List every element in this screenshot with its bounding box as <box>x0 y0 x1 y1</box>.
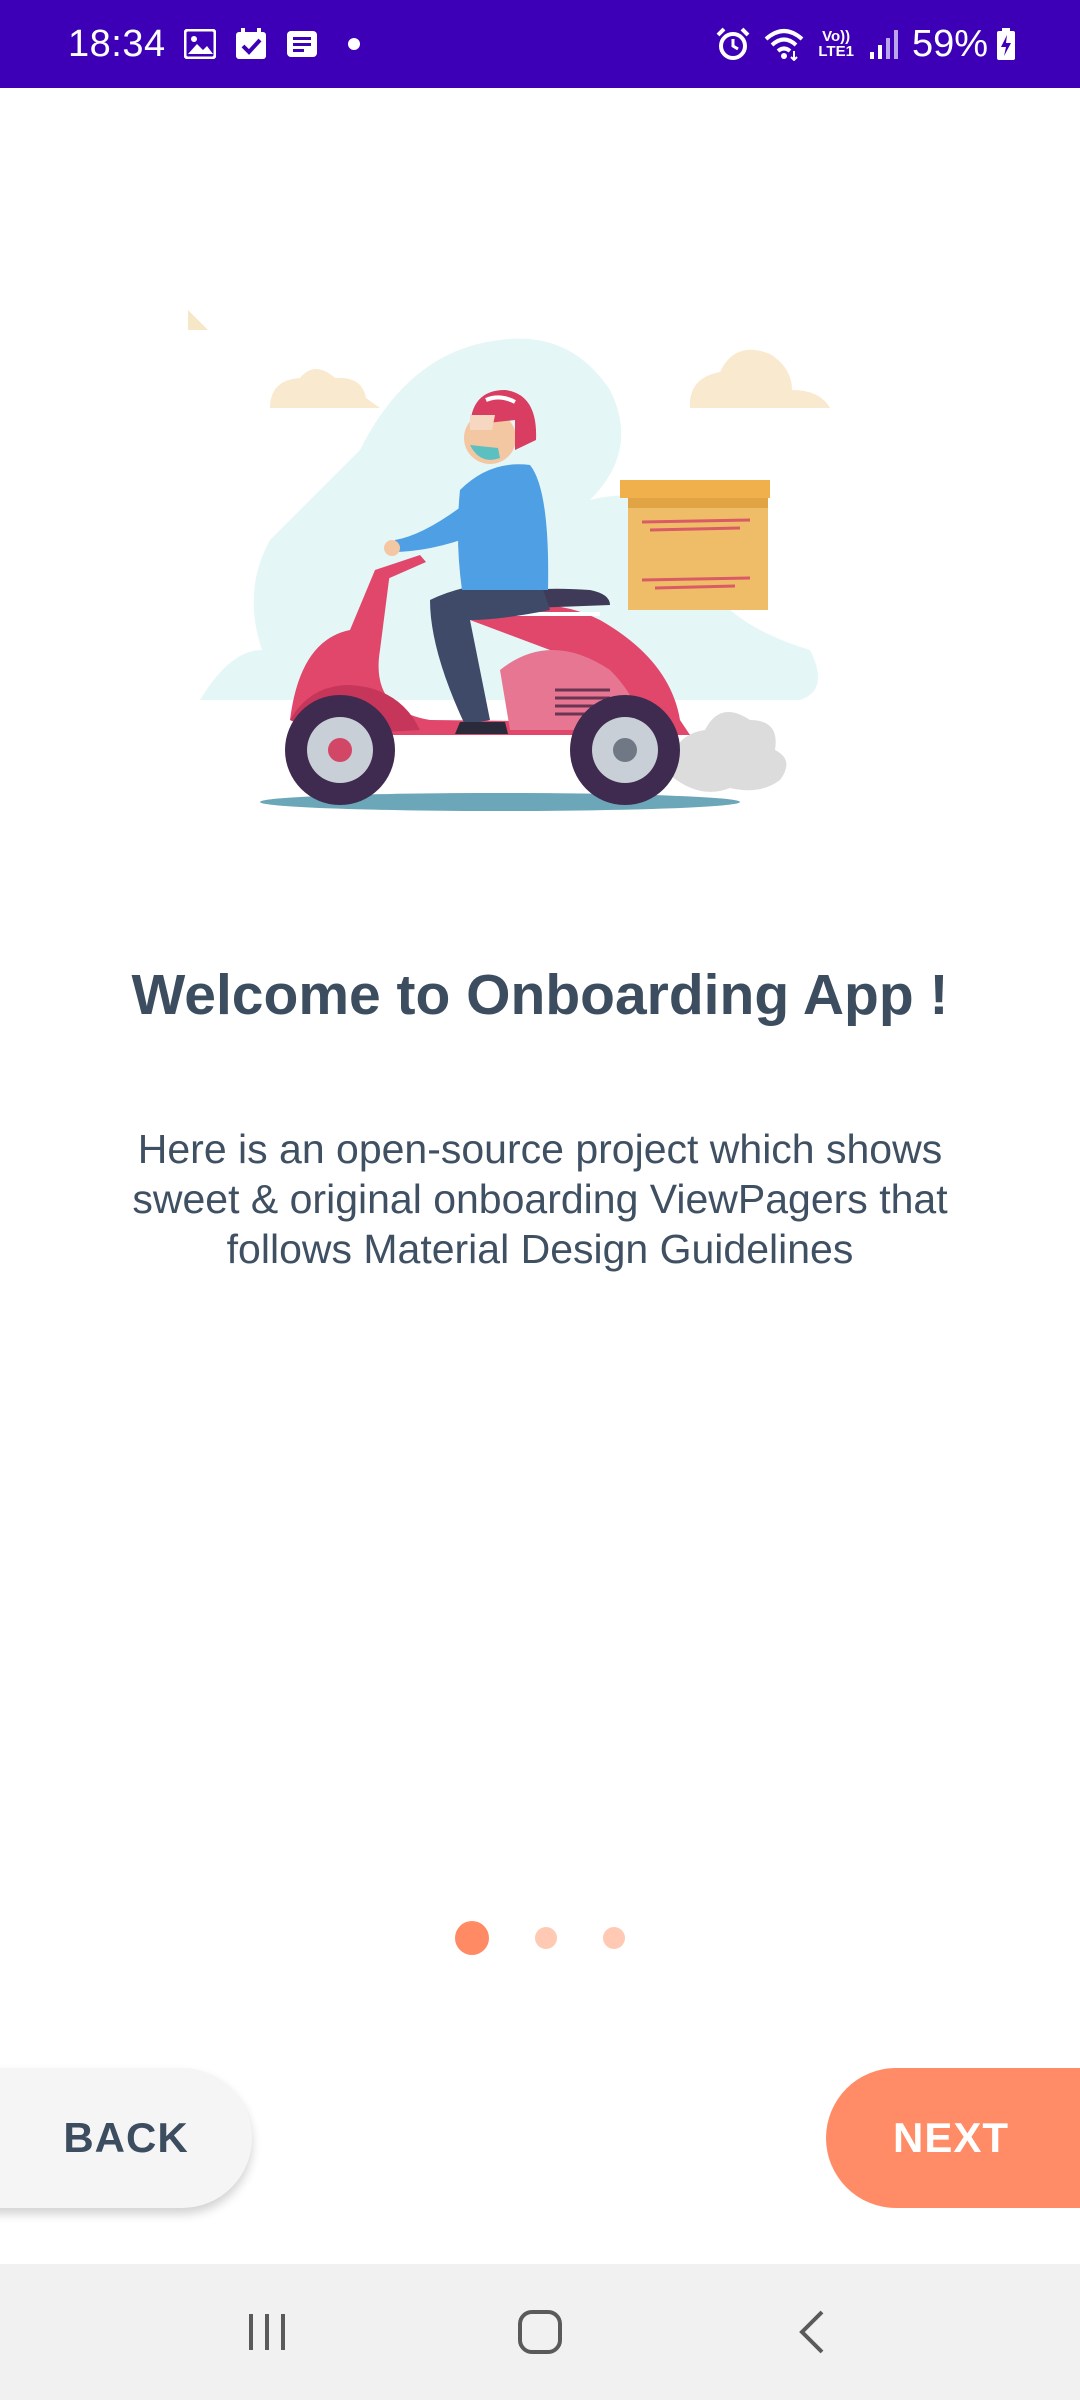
page-indicator <box>0 1920 1080 1956</box>
signal-icon <box>868 28 898 60</box>
volte-label: Vo)) <box>822 28 851 45</box>
calendar-check-icon <box>234 28 268 60</box>
delivery-scooter-illustration <box>188 310 830 811</box>
network-label: LTE1 <box>818 43 854 60</box>
status-left: 18:34 <box>68 23 360 66</box>
image-icon <box>183 29 216 59</box>
page-indicator-dot <box>603 1927 625 1949</box>
home-icon[interactable] <box>480 2282 600 2382</box>
volte-lte-icon: Vo)) LTE1 <box>818 29 854 59</box>
battery-charging-icon <box>996 28 1016 60</box>
onboarding-screen: 18:34 Vo)) LTE1 59% Welcome to Onboardin… <box>0 0 1080 2400</box>
onboarding-title: Welcome to Onboarding App ! <box>131 963 949 1027</box>
back-icon[interactable] <box>753 2282 873 2382</box>
onboarding-description: Here is an open-source project which sho… <box>132 1126 948 1272</box>
battery-percentage: 59% <box>911 22 988 65</box>
dot-icon <box>347 38 360 50</box>
message-icon <box>286 30 318 58</box>
wifi-icon <box>764 27 804 61</box>
back-button[interactable]: BACK <box>0 2068 252 2208</box>
status-time: 18:34 <box>68 22 166 65</box>
page-indicator-dot-active <box>455 1921 489 1955</box>
alarm-icon <box>716 27 750 61</box>
recent-apps-icon[interactable] <box>207 2282 327 2382</box>
next-button[interactable]: NEXT <box>826 2068 1080 2208</box>
status-bar: 18:34 Vo)) LTE1 59% <box>0 0 1080 88</box>
page-indicator-dot <box>535 1927 557 1949</box>
status-right: Vo)) LTE1 59% <box>716 23 1016 66</box>
system-navigation-bar <box>0 2264 1080 2400</box>
